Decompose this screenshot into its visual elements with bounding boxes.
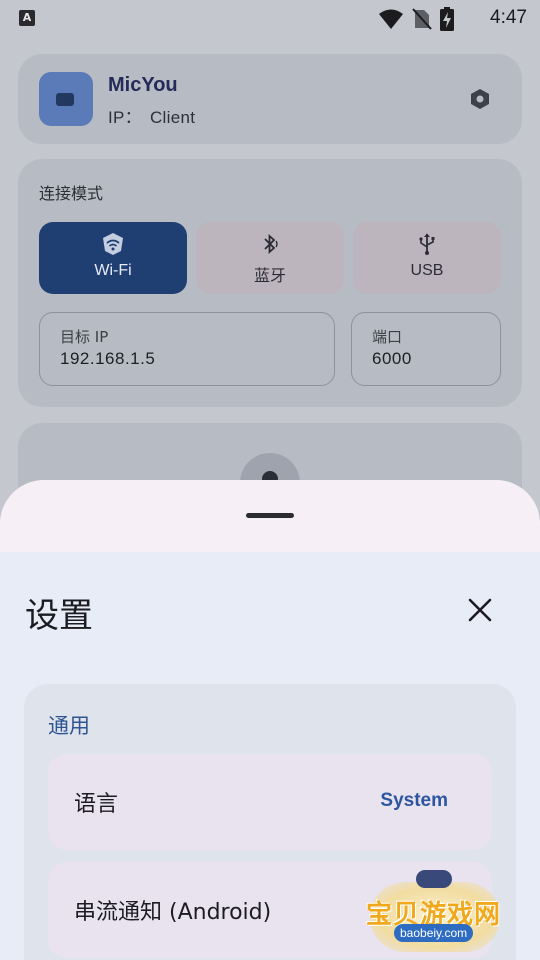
port-label: 端口 xyxy=(372,328,403,346)
mode-usb-button[interactable]: USB xyxy=(353,222,501,294)
wifi-shield-icon xyxy=(103,233,123,255)
connection-card: 连接模式 Wi-Fi 蓝牙 USB 目标 IP 192.168.1.5 端口 6… xyxy=(18,159,522,407)
sheet-title: 设置 xyxy=(25,596,93,636)
hexagon-settings-icon[interactable] xyxy=(469,88,491,110)
close-icon[interactable] xyxy=(462,592,498,628)
port-field[interactable]: 端口 6000 xyxy=(351,312,501,386)
status-icons xyxy=(378,7,454,31)
language-value: System xyxy=(380,790,448,811)
mode-usb-label: USB xyxy=(410,262,444,279)
language-label: 语言 xyxy=(74,792,119,817)
drag-handle[interactable] xyxy=(246,513,294,518)
accessibility-notification-icon: A xyxy=(19,10,35,26)
status-bar: A 4:47 xyxy=(0,0,540,36)
status-time: 4:47 xyxy=(490,7,527,28)
port-value: 6000 xyxy=(372,349,412,368)
stream-notification-label: 串流通知 (Android) xyxy=(74,900,272,925)
mode-bluetooth-button[interactable]: 蓝牙 xyxy=(196,222,344,294)
watermark-logo: 宝贝游戏网 baobeiy.com xyxy=(364,866,514,956)
bluetooth-icon xyxy=(264,233,278,255)
connection-mode-label: 连接模式 xyxy=(39,184,104,203)
app-ip-line: IP： Client xyxy=(108,103,203,128)
ip-label: IP： xyxy=(108,108,142,127)
ip-value: Client xyxy=(149,108,196,127)
mode-wifi-label: Wi-Fi xyxy=(94,262,132,279)
wifi-icon xyxy=(379,9,403,29)
target-ip-value: 192.168.1.5 xyxy=(60,349,156,368)
target-ip-label: 目标 IP xyxy=(60,328,109,346)
watermark-url: baobeiy.com xyxy=(394,924,474,942)
mode-bluetooth-label: 蓝牙 xyxy=(253,268,286,285)
language-setting-row[interactable]: 语言 System xyxy=(48,754,492,850)
battery-charging-icon xyxy=(440,7,454,31)
app-name: MicYou xyxy=(108,74,178,96)
target-ip-field[interactable]: 目标 IP 192.168.1.5 xyxy=(39,312,335,386)
app-logo-glyph xyxy=(56,93,74,106)
no-sim-icon xyxy=(412,8,432,30)
app-logo xyxy=(39,72,93,126)
usb-icon xyxy=(419,233,435,255)
sheet-drag-area[interactable] xyxy=(0,480,540,552)
general-section-title: 通用 xyxy=(48,714,90,738)
mode-wifi-button[interactable]: Wi-Fi xyxy=(39,222,187,294)
gamepad-icon xyxy=(416,870,452,888)
app-header-card: MicYou IP： Client xyxy=(18,54,522,144)
